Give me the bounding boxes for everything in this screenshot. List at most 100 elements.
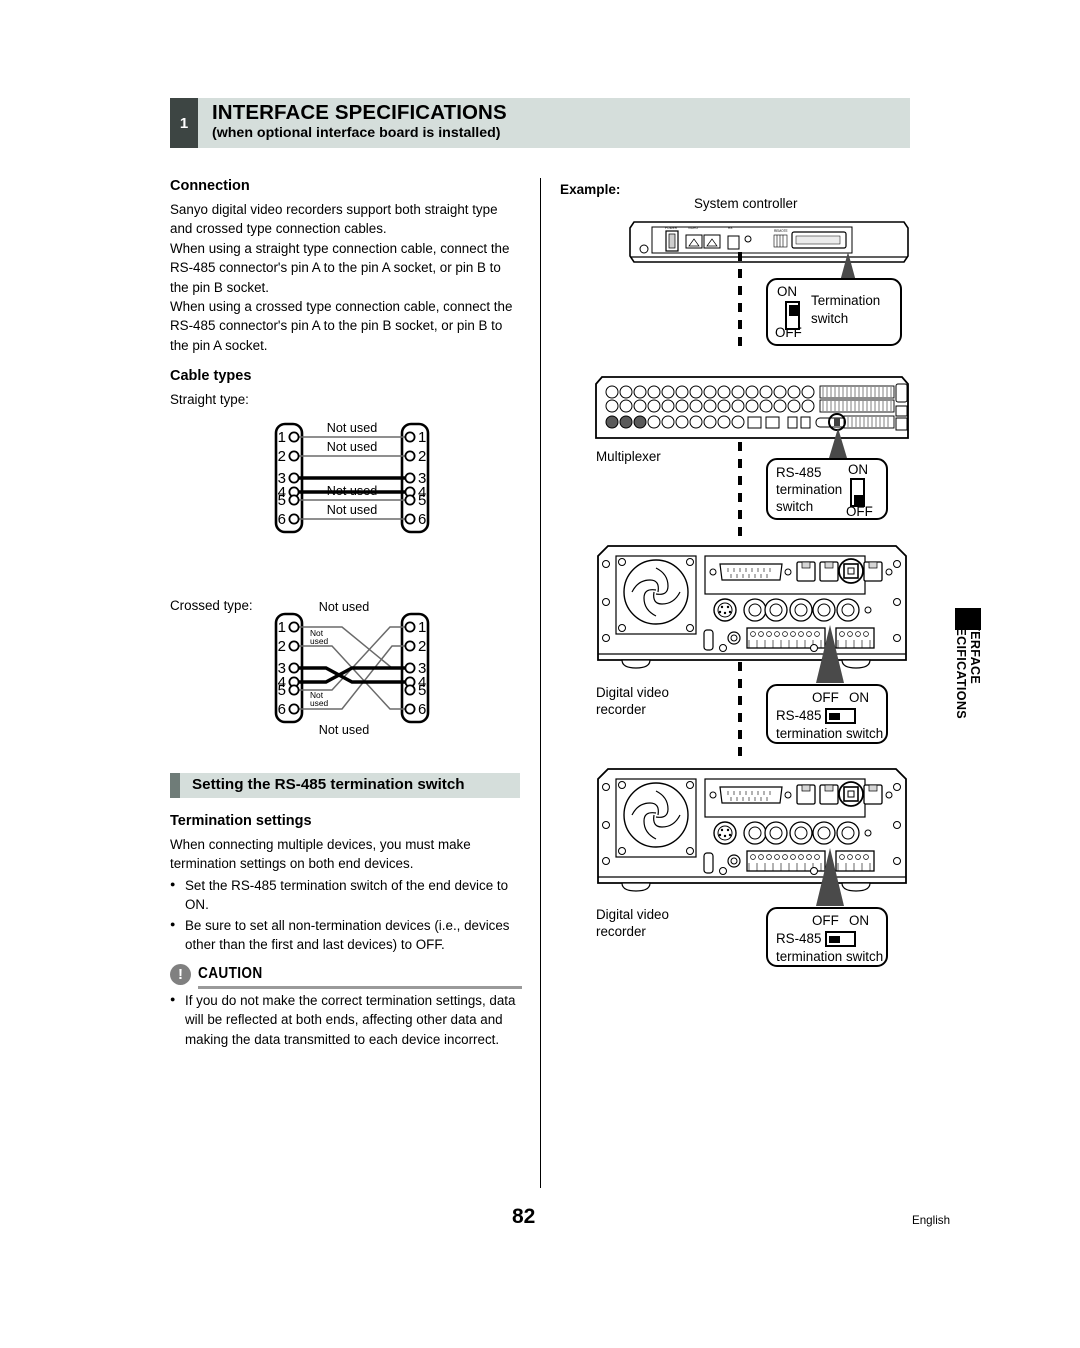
callout-label-line2: termination switch [776,949,884,964]
termination-settings-block: Termination settings When connecting mul… [170,813,522,955]
side-tab-line1: INTERFACE [968,610,982,685]
list-item: Be sure to set all non-termination devic… [170,915,522,955]
caution-rule [198,986,522,989]
connection-paragraph-3: When using a crossed type connection cab… [170,299,513,353]
callout-rs485-termination-switch-dvr-2: OFF ON RS-485 termination switch [766,907,888,967]
cable-types-heading-wrap: Cable types [170,368,251,390]
switch-on-label: ON [777,284,798,299]
svg-text:REMOTE: REMOTE [774,229,788,233]
caution-bullet-list: If you do not make the correct terminati… [170,990,522,1049]
side-tab-line2: SPECIFICATIONS [954,610,968,719]
termination-settings-heading: Termination settings [170,813,312,829]
connection-heading: Connection [170,178,250,194]
exclamation-icon: ! [170,964,191,985]
side-tab: INTERFACE SPECIFICATIONS [954,608,982,776]
svg-text:Not used: Not used [327,484,377,498]
svg-text:Not used: Not used [327,503,377,517]
switch-off-label: OFF [846,504,873,519]
page-subtitle: (when optional interface board is instal… [212,125,501,141]
svg-text:1: 1 [418,619,426,636]
section-title-bar: Setting the RS-485 termination switch [170,773,520,798]
callout-label-line1: RS-485 [776,931,822,946]
straight-type-label: Straight type: [170,392,249,407]
language-label: English [912,1214,951,1227]
digital-video-recorder-label-1: Digital video recorder [596,685,669,717]
page-number: 82 [512,1205,536,1228]
svg-text:Not used: Not used [319,723,369,737]
column-divider [540,178,541,1188]
svg-text:2: 2 [278,448,286,465]
rs485-termination-switch-toggle[interactable] [825,931,856,947]
svg-text:6: 6 [418,511,426,528]
bus-line-3 [738,662,742,762]
termination-settings-intro: When connecting multiple devices, you mu… [170,837,471,872]
svg-text:VIDEO: VIDEO [688,226,698,230]
callout-label-line2: termination [776,482,843,497]
switch-off-label: OFF [812,690,839,705]
switch-off-label: OFF [812,913,839,928]
callout-termination-switch-system-controller: ON OFF Termination switch [766,278,902,346]
svg-text:used: used [310,698,329,708]
svg-text:6: 6 [278,701,286,718]
caution-block: ! CAUTION If you do not make the correct… [170,963,522,1050]
svg-text:5: 5 [278,492,286,509]
callout-rs485-termination-switch-multiplexer: RS-485 termination switch ON OFF [766,458,888,520]
svg-text:used: used [310,636,329,646]
svg-text:1: 1 [278,429,286,446]
callout-rs485-termination-switch-dvr-1: OFF ON RS-485 termination switch [766,684,888,744]
crossed-cable-diagram: 12 34 56 123 456 Not usedNot used Notuse… [274,600,430,737]
svg-text:POWER: POWER [665,226,678,230]
switch-on-label: ON [849,690,870,705]
callout-label-line3: switch [776,499,814,514]
section-tick [170,773,180,798]
bus-line-2 [738,442,742,544]
caution-header: ! CAUTION [170,963,522,989]
svg-text:2: 2 [418,638,426,655]
svg-text:Not used: Not used [327,421,377,435]
svg-text:5: 5 [418,682,426,699]
switch-on-label: ON [848,462,869,477]
callout-label-line1: RS-485 [776,465,822,480]
callout-label-line1: Termination [811,293,881,308]
callout-label-line1: RS-485 [776,708,822,723]
svg-text:6: 6 [278,511,286,528]
termination-switch-toggle[interactable] [785,301,800,330]
system-controller-label: System controller [694,196,798,211]
caution-title: CAUTION [198,965,263,982]
multiplexer-unit [595,376,909,439]
svg-text:5: 5 [278,682,286,699]
switch-on-label: ON [849,913,870,928]
side-tab-text: INTERFACE SPECIFICATIONS [954,610,982,760]
straight-cable-diagram: 12 34 56 123 456 Not usedNot used Not us… [274,421,430,534]
page-title: INTERFACE SPECIFICATIONS [212,101,507,124]
svg-text:2: 2 [418,448,426,465]
crossed-type-label: Crossed type: [170,598,253,613]
svg-text:Not used: Not used [327,440,377,454]
connection-paragraph-2: When using a straight type connection ca… [170,240,510,295]
list-item: If you do not make the correct terminati… [170,990,522,1049]
digital-video-recorder-unit-2 [597,768,907,892]
callout-label-line2: switch [811,311,849,326]
callout-pointer-dvr-1 [816,625,844,683]
bus-line-1 [738,252,742,354]
page-header: 1 INTERFACE SPECIFICATIONS (when optiona… [170,98,910,148]
multiplexer-label: Multiplexer [596,449,661,464]
svg-text:1: 1 [278,619,286,636]
svg-text:6: 6 [418,701,426,718]
cable-types-heading: Cable types [170,368,252,384]
svg-text:5: 5 [418,492,426,509]
digital-video-recorder-unit-1 [597,545,907,669]
example-label: Example: [560,182,621,197]
digital-video-recorder-label-2: Digital video recorder [596,907,669,939]
callout-pointer-dvr-2 [816,848,844,906]
list-item: Set the RS-485 termination switch of the… [170,875,522,915]
svg-text:Not used: Not used [319,600,369,614]
rs485-termination-switch-toggle[interactable] [825,708,856,724]
chapter-number: 1 [170,98,198,148]
svg-text:RS: RS [728,226,732,230]
section-title: Setting the RS-485 termination switch [192,776,465,793]
left-column: Connection Sanyo digital video recorders… [170,178,520,355]
svg-text:1: 1 [418,429,426,446]
manual-page: 1 INTERFACE SPECIFICATIONS (when optiona… [0,0,1080,1348]
system-controller-unit: POWER VIDEO RS REMOTE [629,221,909,263]
